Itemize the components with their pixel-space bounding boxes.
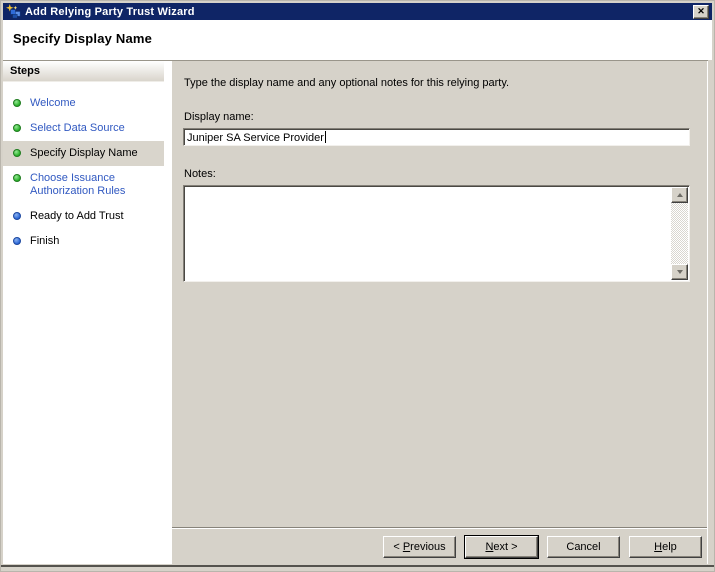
sidebar-item-choose-issuance-authorization-rules[interactable]: Choose Issuance Authorization Rules xyxy=(3,166,164,204)
step-done-bullet-icon xyxy=(13,174,21,182)
window-title: Add Relying Party Trust Wizard xyxy=(25,5,195,18)
next-button[interactable]: Next > xyxy=(465,536,538,558)
steps-list: Welcome Select Data Source Specify Displ… xyxy=(3,91,164,254)
sidebar-item-welcome[interactable]: Welcome xyxy=(3,91,164,116)
scroll-down-button[interactable] xyxy=(671,264,688,280)
display-name-label: Display name: xyxy=(184,111,254,123)
display-name-value: Juniper SA Service Provider xyxy=(187,132,324,144)
step-done-bullet-icon xyxy=(13,124,21,132)
close-button[interactable]: ✕ xyxy=(693,4,709,19)
display-name-input[interactable]: Juniper SA Service Provider xyxy=(183,128,690,146)
text-caret xyxy=(324,131,326,143)
main-panel: Type the display name and any optional n… xyxy=(172,61,708,564)
steps-header: Steps xyxy=(3,61,164,82)
page-content: Type the display name and any optional n… xyxy=(172,61,707,527)
sidebar-item-finish: Finish xyxy=(3,229,164,254)
button-bar: < Previous Next > Cancel Help xyxy=(172,527,707,564)
scroll-up-button[interactable] xyxy=(671,187,688,203)
scrollbar-track[interactable] xyxy=(671,203,688,264)
arrow-down-icon xyxy=(676,270,683,274)
window-bottom-edge xyxy=(1,565,714,567)
step-upcoming-bullet-icon xyxy=(13,212,21,220)
step-upcoming-bullet-icon xyxy=(13,237,21,245)
titlebar: Add Relying Party Trust Wizard ✕ xyxy=(3,3,712,20)
notes-textarea[interactable] xyxy=(183,185,690,282)
sidebar-item-select-data-source[interactable]: Select Data Source xyxy=(3,116,164,141)
notes-label: Notes: xyxy=(184,168,216,180)
wizard-app-icon xyxy=(6,4,21,19)
sidebar-item-ready-to-add-trust: Ready to Add Trust xyxy=(3,204,164,229)
cancel-button[interactable]: Cancel xyxy=(547,536,620,558)
wizard-body: Steps Welcome Select Data Source Specify… xyxy=(3,60,708,564)
page-title: Specify Display Name xyxy=(13,31,153,46)
notes-scrollbar[interactable] xyxy=(671,187,688,280)
page-header: Specify Display Name xyxy=(3,20,712,60)
step-done-bullet-icon xyxy=(13,99,21,107)
sidebar-item-specify-display-name: Specify Display Name xyxy=(3,141,164,166)
step-current-bullet-icon xyxy=(13,149,21,157)
wizard-window: Add Relying Party Trust Wizard ✕ Specify… xyxy=(0,0,715,572)
instruction-text: Type the display name and any optional n… xyxy=(184,77,510,89)
steps-sidebar: Steps Welcome Select Data Source Specify… xyxy=(3,61,164,564)
previous-button[interactable]: < Previous xyxy=(383,536,456,558)
help-button[interactable]: Help xyxy=(629,536,702,558)
arrow-up-icon xyxy=(676,193,683,197)
